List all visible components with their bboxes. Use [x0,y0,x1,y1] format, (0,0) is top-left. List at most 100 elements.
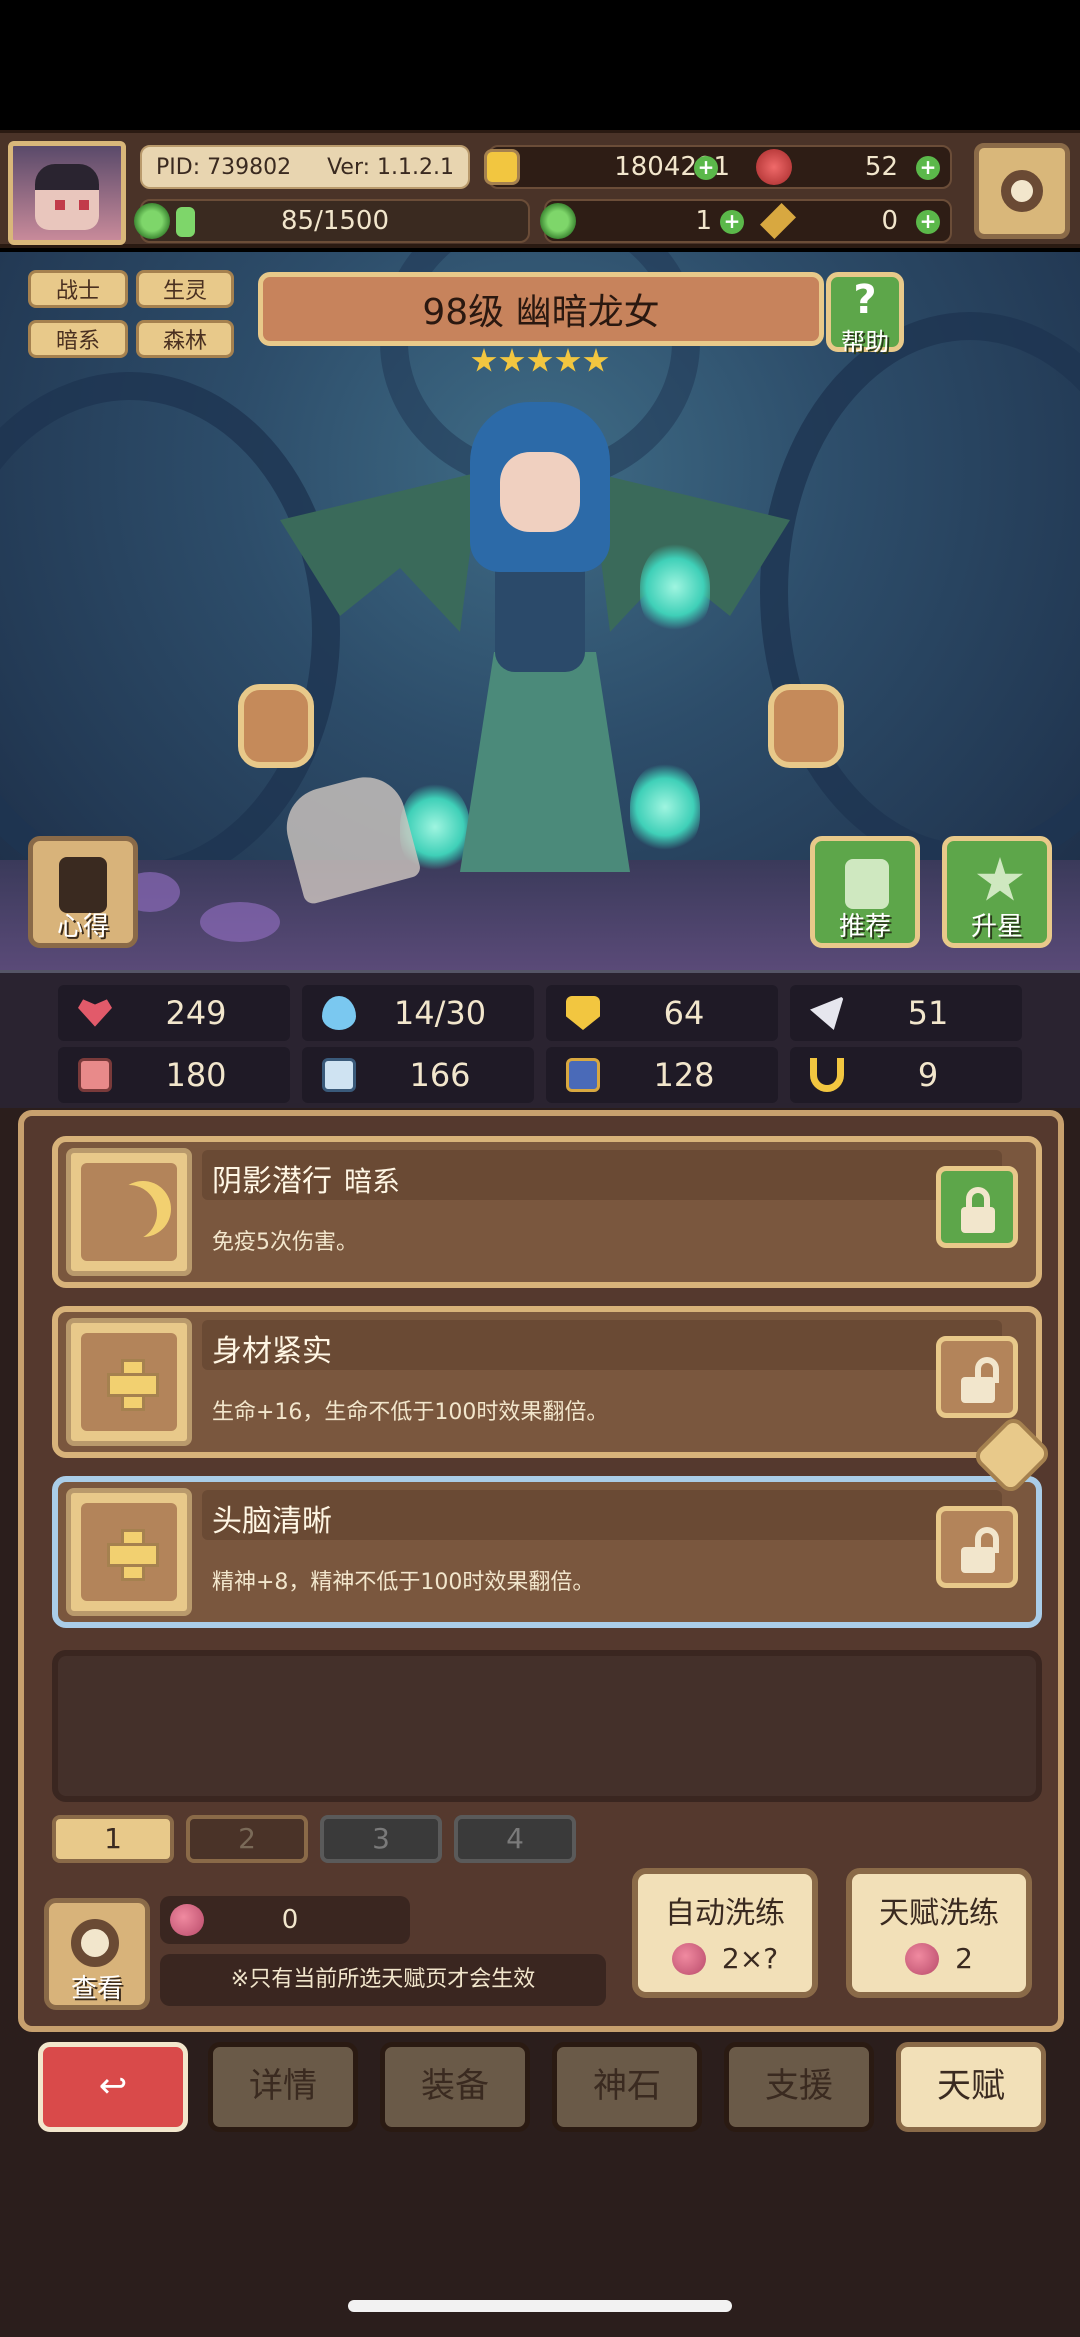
cross-icon [107,1359,159,1411]
stat-luck: 9 [790,1047,1022,1103]
peach-icon [671,1942,706,1975]
heart-icon [78,999,112,1027]
question-icon: ? [853,277,877,323]
talent-slot-2[interactable]: 身材紧实 生命+16，生命不低于100时效果翻倍。 [52,1306,1042,1458]
talent-description: 精神+8，精神不低于100时效果翻倍。 [212,1570,595,1595]
talent-reroll-button[interactable]: 天赋洗练 2 [846,1868,1032,1998]
talent-slot-3[interactable]: 头脑清晰 精神+8，精神不低于100时效果翻倍。 [52,1476,1042,1628]
unlock-button[interactable] [936,1336,1018,1418]
stat-attack: 180 [58,1047,290,1103]
unlock-button[interactable] [936,1506,1018,1588]
gem-value: 52 [864,152,898,182]
gem-add-icon[interactable]: + [916,156,940,180]
peach-icon [905,1942,940,1975]
wing-icon [810,996,844,1030]
back-button[interactable]: ↩ [38,2042,188,2132]
nav-equipment[interactable]: 装备 [380,2042,530,2132]
recommend-button[interactable]: 推荐 [810,836,920,948]
wing-left [280,472,480,632]
talent-description: 生命+16，生命不低于100时效果翻倍。 [212,1400,609,1425]
talent-reroll-label: 天赋洗练 [879,1896,999,1931]
stat-value: 180 [165,1056,227,1094]
talent-slot-empty [52,1650,1042,1802]
gear-icon [1001,170,1043,212]
nav-details[interactable]: 详情 [208,2042,358,2132]
stat-value: 14/30 [393,994,487,1032]
talent-page-tab-3[interactable]: 3 [320,1815,442,1863]
hero-scene: 战士 生灵 暗系 森林 98级 幽暗龙女 ? 帮助 心得 推荐 升星 [0,252,1080,970]
stat-value: 64 [663,994,705,1032]
notes-icon [59,857,107,913]
spirit-flame [640,542,710,632]
notes-label: 心得 [56,912,109,942]
home-indicator[interactable] [348,2300,732,2312]
stat-speed: 51 [790,985,1022,1041]
settings-button[interactable] [974,143,1070,239]
nav-talent[interactable]: 天赋 [896,2042,1046,2132]
talent-name: 头脑清晰 [212,1504,332,1539]
talent-slot-1[interactable]: 阴影潜行 暗系 免疫5次伤害。 [52,1136,1042,1288]
gold-add-icon[interactable]: + [694,156,718,180]
notes-button[interactable]: 心得 [28,836,138,948]
hero-title: 98级 幽暗龙女 [422,292,660,333]
talent-icon-box [66,1488,192,1616]
talent-name: 阴影潜行 [212,1164,332,1199]
cross-icon [107,1529,159,1581]
avatar-face [35,164,99,230]
water-drop-icon [322,996,356,1030]
book-icon [322,1058,356,1092]
next-hero-button[interactable] [768,684,844,768]
key-value: 0 [881,206,898,236]
stat-value: 9 [917,1056,939,1094]
clover-add-icon[interactable]: + [720,210,744,234]
talent-icon-box [66,1148,192,1276]
hero-face [500,452,580,532]
moon-icon [101,1185,157,1241]
gem-icon [756,149,792,185]
clover-key-counter[interactable]: 1 + 0 + [540,199,952,243]
talent-page-tab-1[interactable]: 1 [52,1815,174,1863]
stat-value: 249 [165,994,227,1032]
gold-counter[interactable]: 1804291 + 52 + [484,145,952,189]
auto-reroll-button[interactable]: 自动洗练 2×? [632,1868,818,1998]
talent-icon-box [66,1318,192,1446]
tree-right [760,312,1080,872]
talent-page-tab-4[interactable]: 4 [454,1815,576,1863]
thumbs-up-icon [845,859,889,909]
help-button[interactable]: ? 帮助 [826,272,904,356]
horseshoe-icon [810,1058,844,1092]
clover-value: 1 [695,206,712,236]
hero-title-bar: 98级 幽暗龙女 [258,272,824,346]
version-label: Ver: 1.1.2.1 [327,154,454,180]
peach-icon [170,1904,204,1936]
talent-name: 身材紧实 [212,1334,332,1369]
talent-page-note: ※只有当前所选天赋页才会生效 [160,1954,606,2006]
pid-label: PID: 739802 [156,154,292,180]
star-up-button[interactable]: 升星 [942,836,1052,948]
key-add-icon[interactable]: + [916,210,940,234]
stat-value: 166 [409,1056,471,1094]
flower-bush [200,902,280,942]
stat-value: 51 [907,994,949,1032]
talent-reroll-cost: 2 [955,1942,973,1975]
fist-icon [78,1058,112,1092]
nav-support[interactable]: 支援 [724,2042,874,2132]
lock-button[interactable] [936,1166,1018,1248]
nav-god-stone[interactable]: 神石 [552,2042,702,2132]
stats-panel: 249 14/30 64 51 180 166 128 9 [0,970,1080,1108]
stat-defense: 64 [546,985,778,1041]
talent-page-tab-2[interactable]: 2 [186,1815,308,1863]
star-up-icon [976,857,1024,901]
stat-health: 249 [58,985,290,1041]
auto-reroll-label: 自动洗练 [665,1896,785,1931]
talent-name-row: 头脑清晰 [202,1490,1002,1540]
view-button[interactable]: 查看 [44,1898,150,2010]
player-avatar[interactable] [8,141,126,245]
clover-icon [540,203,576,239]
help-label: 帮助 [841,328,889,356]
hero-tag: 生灵 [136,270,234,308]
shield-icon [566,996,600,1030]
xp-text: 85/1500 [280,206,389,236]
resource-box: 0 [160,1896,410,1944]
hero-tag: 森林 [136,320,234,358]
